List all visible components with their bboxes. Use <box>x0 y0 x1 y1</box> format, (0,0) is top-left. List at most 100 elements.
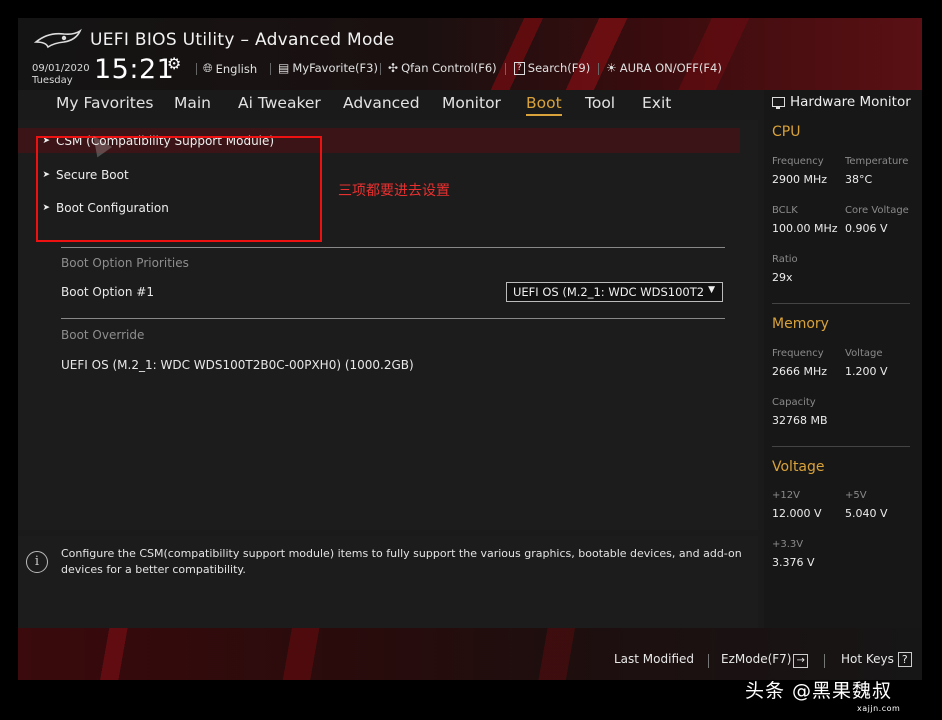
footer-divider <box>708 654 709 668</box>
toolbar-divider <box>598 63 599 75</box>
search-help-icon: ? <box>514 61 525 75</box>
boot-option-1-value: UEFI OS (M.2_1: WDC WDS100T2 <box>513 285 705 299</box>
v5-label: +5V <box>845 490 867 501</box>
footer-divider <box>824 654 825 668</box>
v12-value: 12.000 V <box>772 507 822 520</box>
hardware-monitor-label: Hardware Monitor <box>790 94 911 110</box>
section-boot-override: Boot Override <box>61 328 145 342</box>
exit-arrow-icon: → <box>793 654 808 668</box>
section-boot-option-priorities: Boot Option Priorities <box>61 256 189 270</box>
v33-value: 3.376 V <box>772 556 815 569</box>
last-modified-button[interactable]: Last Modified <box>614 652 694 666</box>
help-question-icon: ? <box>897 652 912 667</box>
core-voltage-label: Core Voltage <box>845 205 909 216</box>
tab-ai-tweaker[interactable]: Ai Tweaker <box>238 94 321 112</box>
ezmode-label: EzMode(F7) <box>721 652 792 666</box>
cpu-heading: CPU <box>772 124 801 140</box>
toolbar-divider <box>505 63 506 75</box>
info-icon: i <box>26 551 48 573</box>
boot-option-1-label: Boot Option #1 <box>61 285 154 299</box>
language-button[interactable]: 🌐︎ English <box>203 61 257 76</box>
watermark-url: xajjn.com <box>857 704 901 713</box>
tab-boot[interactable]: Boot <box>526 94 562 116</box>
dropdown-arrow-icon: ▼ <box>708 285 715 295</box>
footer-bar: Last Modified EzMode(F7) → Hot Keys? <box>18 628 922 680</box>
qfan-label: Qfan Control(F6) <box>401 61 497 75</box>
gear-icon[interactable]: ⚙ <box>167 54 181 73</box>
myfavorite-label: MyFavorite(F3) <box>292 61 378 75</box>
help-description: Configure the CSM(compatibility support … <box>61 547 742 576</box>
memory-frequency-value: 2666 MHz <box>772 365 828 378</box>
v33-label: +3.3V <box>772 539 804 550</box>
aura-label: AURA ON/OFF(F4) <box>619 61 722 75</box>
voltage-heading: Voltage <box>772 459 825 475</box>
memory-voltage-label: Voltage <box>845 348 883 359</box>
favorite-list-icon: ▤ <box>278 61 290 75</box>
bios-window: UEFI BIOS Utility – Advanced Mode 09/01/… <box>18 18 922 680</box>
myfavorite-button[interactable]: ▤ MyFavorite(F3) <box>278 61 378 75</box>
globe-icon: 🌐︎ <box>203 61 213 75</box>
core-voltage-value: 0.906 V <box>845 222 888 235</box>
tab-main[interactable]: Main <box>174 94 211 112</box>
aura-light-icon: ☀ <box>606 61 617 75</box>
boot-option-1-select[interactable]: UEFI OS (M.2_1: WDC WDS100T2 ▼ <box>506 282 723 302</box>
hotkeys-button[interactable]: Hot Keys? <box>841 652 912 667</box>
help-panel: i Configure the CSM(compatibility suppor… <box>18 536 758 628</box>
menu-item-label: Secure Boot <box>56 167 129 182</box>
tab-tool[interactable]: Tool <box>585 94 615 112</box>
cpu-temperature-value: 38°C <box>845 173 873 186</box>
hotkeys-label: Hot Keys <box>841 652 894 666</box>
cpu-frequency-label: Frequency <box>772 156 824 167</box>
tab-monitor[interactable]: Monitor <box>442 94 501 112</box>
app-title: UEFI BIOS Utility – Advanced Mode <box>90 30 395 50</box>
menu-item-csm[interactable]: ➤ CSM (Compatibility Support Module) <box>18 128 740 153</box>
header-bar: UEFI BIOS Utility – Advanced Mode 09/01/… <box>18 18 922 90</box>
ratio-label: Ratio <box>772 254 798 265</box>
capacity-label: Capacity <box>772 397 816 408</box>
search-label: Search(F9) <box>527 61 591 75</box>
memory-voltage-value: 1.200 V <box>845 365 888 378</box>
toolbar-divider <box>270 63 271 75</box>
v5-value: 5.040 V <box>845 507 888 520</box>
toolbar-divider <box>196 63 197 75</box>
v12-label: +12V <box>772 490 800 501</box>
watermark: 头条 @黑果魏叔 <box>745 680 893 702</box>
chevron-right-icon: ➤ <box>42 135 50 146</box>
chevron-right-icon: ➤ <box>42 202 50 213</box>
divider <box>61 318 725 319</box>
divider <box>772 446 910 447</box>
chevron-right-icon: ➤ <box>42 169 50 180</box>
capacity-value: 32768 MB <box>772 414 828 427</box>
divider <box>772 303 910 304</box>
divider <box>61 247 725 248</box>
cpu-frequency-value: 2900 MHz <box>772 173 828 186</box>
bclk-label: BCLK <box>772 205 798 216</box>
aura-button[interactable]: ☀ AURA ON/OFF(F4) <box>606 61 722 75</box>
tab-exit[interactable]: Exit <box>642 94 671 112</box>
menu-item-label: Boot Configuration <box>56 200 169 215</box>
ezmode-button[interactable]: EzMode(F7) → <box>721 652 808 668</box>
hardware-monitor-panel: Hardware Monitor CPU Frequency Temperatu… <box>764 90 922 628</box>
rog-logo <box>34 28 82 49</box>
search-button[interactable]: ? Search(F9) <box>514 61 590 75</box>
boot-settings-panel: ➤ CSM (Compatibility Support Module) ➤ S… <box>18 120 758 530</box>
fan-icon: ✣ <box>388 61 399 75</box>
clock-time: 15:21 <box>94 54 175 85</box>
ratio-value: 29x <box>772 271 793 284</box>
annotation-text: 三项都要进去设置 <box>338 183 450 199</box>
date-text: 09/01/2020 <box>32 63 90 74</box>
bclk-value: 100.00 MHz <box>772 222 838 235</box>
tab-bar: My Favorites Main Ai Tweaker Advanced Mo… <box>18 90 758 120</box>
day-text: Tuesday <box>32 75 73 86</box>
language-label: English <box>215 61 258 76</box>
cpu-temperature-label: Temperature <box>845 156 909 167</box>
date-display: 09/01/2020 Tuesday <box>32 63 90 87</box>
monitor-icon <box>772 97 785 109</box>
tab-my-favorites[interactable]: My Favorites <box>56 94 154 112</box>
memory-frequency-label: Frequency <box>772 348 824 359</box>
boot-override-item[interactable]: UEFI OS (M.2_1: WDC WDS100T2B0C-00PXH0) … <box>61 358 414 372</box>
hardware-monitor-title: Hardware Monitor <box>772 94 911 110</box>
toolbar-divider <box>380 63 381 75</box>
tab-advanced[interactable]: Advanced <box>343 94 420 112</box>
qfan-button[interactable]: ✣ Qfan Control(F6) <box>388 61 497 75</box>
